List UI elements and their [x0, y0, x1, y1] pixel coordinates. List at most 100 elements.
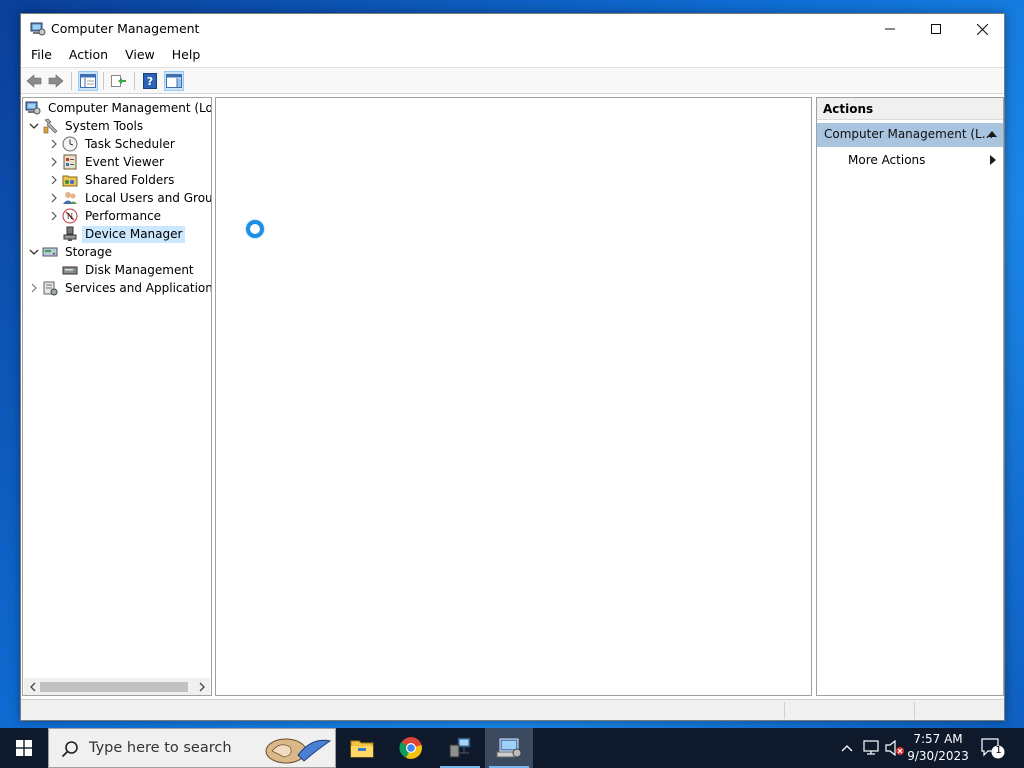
tree-item-system-tools[interactable]: System Tools [26, 117, 146, 135]
tree-label: Task Scheduler [85, 136, 175, 151]
taskbar-clock[interactable]: 7:57 AM 9/30/2023 [900, 731, 976, 765]
collapsed-chevron-icon[interactable] [46, 172, 62, 188]
maximize-button[interactable] [913, 14, 959, 44]
file-explorer-icon [350, 740, 374, 758]
toolbar-separator [103, 72, 104, 90]
computer-management-icon [25, 101, 41, 115]
tree-label: System Tools [65, 118, 144, 133]
tree-label: Event Viewer [85, 154, 164, 169]
title-bar[interactable]: Computer Management [21, 14, 1004, 44]
tree-label: Computer Management (Local [48, 100, 212, 115]
search-placeholder: Type here to search [89, 740, 232, 756]
tree-horizontal-scrollbar[interactable] [24, 678, 210, 695]
status-divider [914, 702, 915, 719]
windows-logo-icon [16, 740, 32, 756]
taskbar: Type here to search 7:57 AM 9/30/2023 1 [0, 728, 1024, 768]
clock-icon [62, 136, 78, 152]
tree-item-disk-management[interactable]: Disk Management [62, 261, 197, 279]
tree-item-event-viewer[interactable]: Event Viewer [46, 153, 167, 171]
tree-item-storage[interactable]: Storage [26, 243, 115, 261]
expanded-chevron-icon[interactable] [26, 118, 42, 134]
back-arrow-icon [26, 74, 42, 88]
close-icon [976, 23, 988, 35]
taskbar-file-explorer[interactable] [338, 728, 386, 768]
results-pane[interactable] [215, 97, 812, 696]
expanded-chevron-icon[interactable] [26, 244, 42, 260]
show-hide-tree-icon [80, 74, 96, 88]
tree-label: Local Users and Groups [85, 190, 212, 205]
taskbar-chrome[interactable] [387, 728, 435, 768]
collapsed-chevron-icon[interactable] [46, 190, 62, 206]
tree-item-root[interactable]: Computer Management (Local [25, 99, 212, 117]
clock-time: 7:57 AM [913, 732, 963, 746]
services-icon [43, 281, 58, 296]
tree-item-device-manager[interactable]: Device Manager [62, 225, 186, 243]
scrollbar-thumb[interactable] [40, 682, 188, 692]
tree-item-performance[interactable]: N Performance [46, 207, 164, 225]
tree-label: Disk Management [85, 262, 194, 277]
collapse-up-arrow-icon[interactable] [987, 130, 997, 137]
users-icon [63, 192, 77, 204]
show-hide-action-pane-icon [166, 74, 182, 88]
tree-item-shared-folders[interactable]: Shared Folders [46, 171, 177, 189]
more-actions-label: More Actions [848, 153, 926, 167]
event-viewer-icon [63, 154, 77, 170]
device-manager-icon [63, 226, 77, 241]
network-icon [863, 740, 879, 755]
collapsed-chevron-icon[interactable] [46, 208, 62, 224]
show-hide-tree-button[interactable] [78, 71, 98, 91]
actions-section-computer-management[interactable]: Computer Management (L... [817, 123, 1003, 147]
back-button[interactable] [24, 71, 44, 91]
notification-count-badge: 1 [995, 745, 1002, 756]
show-hide-action-pane-button[interactable] [164, 71, 184, 91]
forward-arrow-icon [48, 74, 64, 88]
storage-icon [42, 247, 58, 257]
toolbar-separator [71, 72, 72, 90]
minimize-button[interactable] [867, 14, 913, 44]
console-tree-pane[interactable]: Computer Management (Local System Tools … [22, 97, 212, 696]
taskbar-network-app[interactable] [436, 728, 484, 768]
help-icon: ? [143, 73, 157, 89]
close-button[interactable] [959, 14, 1005, 44]
tree-label: Device Manager [82, 225, 186, 243]
taskbar-search-box[interactable]: Type here to search [48, 728, 336, 768]
submenu-arrow-icon [990, 155, 996, 165]
tree-label: Shared Folders [85, 172, 175, 187]
collapsed-chevron-icon[interactable] [46, 154, 62, 170]
computer-management-app-icon [30, 22, 46, 36]
menu-view[interactable]: View [115, 45, 162, 65]
taskbar-computer-management[interactable] [485, 728, 533, 768]
tree-item-task-scheduler[interactable]: Task Scheduler [46, 135, 178, 153]
chrome-icon [399, 737, 422, 759]
menu-action[interactable]: Action [59, 45, 115, 65]
collapsed-chevron-icon[interactable] [26, 280, 42, 296]
computer-management-icon [496, 738, 522, 758]
status-divider [784, 702, 785, 719]
collapsed-chevron-icon[interactable] [46, 136, 62, 152]
scroll-right-arrow-icon[interactable] [196, 681, 208, 693]
maximize-icon [931, 24, 941, 34]
network-tray-button[interactable] [860, 728, 882, 768]
start-button[interactable] [0, 728, 48, 768]
chevron-up-icon [841, 745, 853, 752]
forward-button[interactable] [46, 71, 66, 91]
tree-label: Storage [65, 244, 112, 259]
tree-item-services-applications[interactable]: Services and Applications [26, 279, 211, 297]
more-actions-item[interactable]: More Actions [817, 149, 1003, 171]
export-list-button[interactable] [109, 71, 129, 91]
show-hidden-icons-button[interactable] [838, 728, 856, 768]
export-list-icon [111, 75, 126, 87]
search-icon [61, 741, 78, 758]
tree-item-local-users[interactable]: Local Users and Groups [46, 189, 212, 207]
menu-help[interactable]: Help [162, 45, 208, 65]
menu-file[interactable]: File [21, 45, 59, 65]
scroll-left-arrow-icon[interactable] [27, 681, 39, 693]
status-bar [21, 699, 1004, 720]
svg-text:N: N [67, 212, 73, 221]
help-button[interactable]: ? [140, 71, 160, 91]
svg-text:?: ? [147, 75, 153, 88]
actions-section-label: Computer Management (L... [824, 127, 994, 141]
notification-center-button[interactable]: 1 [980, 736, 1006, 760]
performance-icon: N [62, 208, 78, 224]
computer-management-window: Computer Management File Action View Hel… [20, 13, 1005, 721]
